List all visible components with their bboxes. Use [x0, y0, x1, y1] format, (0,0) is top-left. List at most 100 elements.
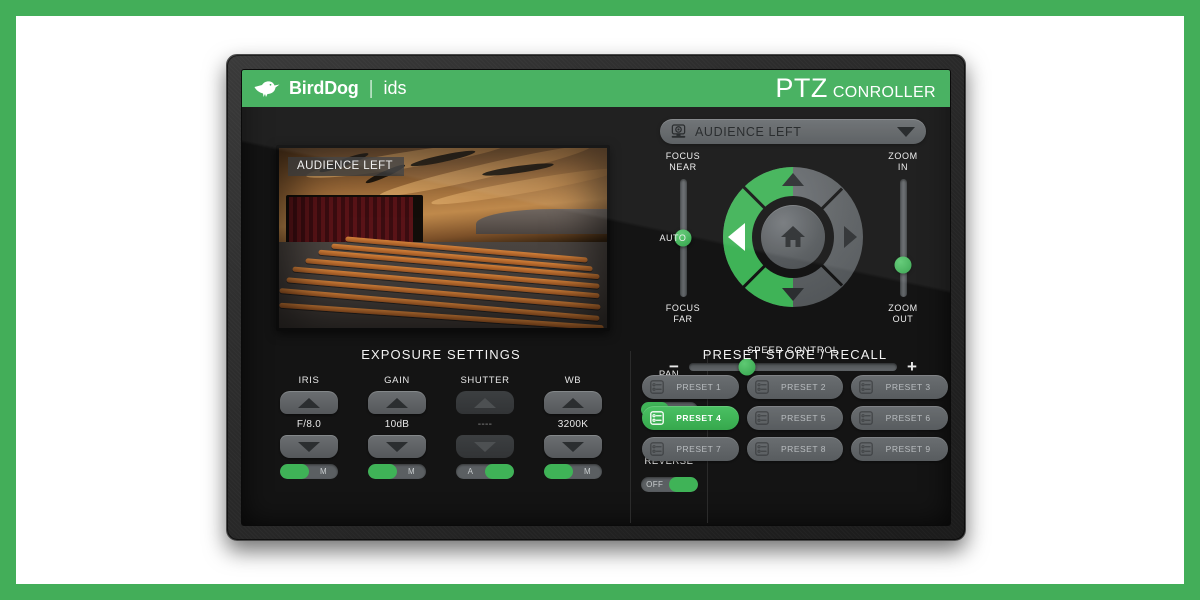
- video-preview-frame: AUDIENCE LEFT: [276, 145, 610, 331]
- arrow-left-icon[interactable]: [728, 223, 745, 251]
- preset-button-1[interactable]: PRESET 1: [642, 375, 739, 399]
- focus-slider-group: FOCUS NEAR AUTO FOCUS FAR: [660, 151, 706, 325]
- toggle-left[interactable]: [280, 464, 309, 479]
- triangle-up-icon: [386, 397, 408, 408]
- exposure-value: 3200K: [557, 419, 589, 430]
- focus-near-label: FOCUS NEAR: [665, 151, 701, 172]
- preset-button-5[interactable]: PRESET 5: [746, 406, 844, 430]
- toggle-left[interactable]: [368, 464, 397, 479]
- toggle-right[interactable]: M: [397, 464, 426, 479]
- arrow-up-icon[interactable]: [782, 173, 804, 186]
- device-screen: BirdDog | ids PTZ CONROLLER AUDIENCE LEF…: [241, 69, 951, 526]
- exposure-label: GAIN: [384, 375, 410, 386]
- arrow-down-icon[interactable]: [782, 288, 804, 301]
- exposure-increase-button: [456, 391, 514, 414]
- tilt-reverse-toggle-left[interactable]: OFF: [641, 477, 670, 492]
- triangle-down-icon: [474, 441, 496, 452]
- app-header: BirdDog | ids PTZ CONROLLER: [242, 70, 950, 107]
- exposure-decrease-button: [456, 435, 514, 458]
- toggle-right[interactable]: M: [573, 464, 602, 479]
- chevron-down-icon[interactable]: [897, 126, 915, 137]
- exposure-decrease-button[interactable]: [544, 435, 602, 458]
- camera-select-value: AUDIENCE LEFT: [695, 124, 802, 139]
- camera-select-dropdown[interactable]: AUDIENCE LEFT: [660, 119, 926, 144]
- zoom-in-label: ZOOM IN: [888, 151, 918, 172]
- ptz-camera-icon: [671, 124, 686, 138]
- exposure-value: ----: [477, 419, 493, 430]
- app-body: AUDIENCE LEFT EXPOSURE SETTINGS IRIS F/8.…: [242, 107, 950, 525]
- preset-button-2[interactable]: PRESET 2: [746, 375, 844, 399]
- home-icon: [781, 226, 805, 247]
- preset-list-icon: [859, 380, 874, 394]
- brand-block: BirdDog | ids: [254, 78, 407, 100]
- triangle-down-icon: [298, 441, 320, 452]
- tilt-reverse-toggle[interactable]: OFF: [640, 477, 698, 492]
- toggle-left[interactable]: A: [456, 464, 485, 479]
- preset-label: PRESET 1: [676, 382, 722, 392]
- preset-grid: PRESET 1 PRESET 2 PRESET 3 PRESET 4 PRESET 5…: [640, 375, 950, 461]
- triangle-down-icon: [562, 441, 584, 452]
- preset-label: PRESET 4: [676, 413, 722, 423]
- ptz-controller-device: BirdDog | ids PTZ CONROLLER AUDIENCE LEF…: [226, 54, 966, 541]
- exposure-decrease-button[interactable]: [368, 435, 426, 458]
- focus-auto-label: AUTO: [659, 233, 687, 243]
- preset-label: PRESET 8: [781, 444, 826, 454]
- exposure-columns: IRIS F/8.0 M GAIN 10dB M SHUTTER ---- A WB 3200K M: [266, 375, 616, 479]
- zoom-out-label: ZOOM OUT: [888, 303, 918, 324]
- exposure-column-iris: IRIS F/8.0 M: [278, 375, 340, 479]
- arrow-right-icon[interactable]: [844, 226, 857, 248]
- title-secondary: CONROLLER: [832, 84, 936, 101]
- triangle-up-icon: [562, 397, 584, 408]
- brand-product: ids: [383, 78, 407, 98]
- ptz-dpad[interactable]: [723, 167, 863, 307]
- triangle-down-icon: [386, 441, 408, 452]
- exposure-value: 10dB: [384, 419, 410, 430]
- preset-list-icon: [754, 411, 769, 425]
- preset-button-4[interactable]: PRESET 4: [642, 406, 739, 430]
- triangle-up-icon: [474, 397, 496, 408]
- toggle-left[interactable]: [544, 464, 573, 479]
- exposure-increase-button[interactable]: [368, 391, 426, 414]
- video-preview[interactable]: AUDIENCE LEFT: [279, 148, 607, 328]
- exposure-auto-manual-toggle[interactable]: M: [544, 464, 602, 479]
- preset-button-8[interactable]: PRESET 8: [746, 437, 844, 461]
- preset-label: PRESET 5: [781, 413, 826, 423]
- preset-list-icon: [859, 442, 874, 456]
- exposure-column-wb: WB 3200K M: [542, 375, 604, 479]
- focus-far-label: FOCUS FAR: [665, 303, 701, 324]
- preset-section-title: PRESET STORE / RECALL: [702, 347, 888, 362]
- exposure-value: F/8.0: [296, 419, 322, 430]
- exposure-auto-manual-toggle[interactable]: A: [456, 464, 514, 479]
- zoom-slider-track[interactable]: [894, 179, 912, 297]
- exposure-column-shutter: SHUTTER ---- A: [454, 375, 516, 479]
- preset-list-icon: [650, 380, 664, 394]
- preset-label: PRESET 3: [885, 382, 931, 392]
- exposure-increase-button[interactable]: [280, 391, 338, 414]
- preset-label: PRESET 7: [676, 444, 722, 454]
- focus-slider-track[interactable]: AUTO: [660, 179, 692, 297]
- preset-button-6[interactable]: PRESET 6: [851, 406, 948, 430]
- exposure-increase-button[interactable]: [544, 391, 602, 414]
- preset-button-7[interactable]: PRESET 7: [642, 437, 739, 461]
- preset-label: PRESET 9: [885, 444, 931, 454]
- title-primary: PTZ: [775, 73, 828, 103]
- video-camera-label: AUDIENCE LEFT: [288, 157, 404, 176]
- preset-section: PRESET STORE / RECALL PRESET 1 PRESET 2 PR…: [640, 347, 950, 461]
- toggle-right[interactable]: M: [309, 464, 338, 479]
- exposure-auto-manual-toggle[interactable]: M: [280, 464, 338, 479]
- preset-list-icon: [859, 411, 874, 425]
- bird-logo-icon: [254, 80, 280, 97]
- preset-list-icon: [754, 442, 769, 456]
- zoom-slider-thumb[interactable]: [894, 256, 912, 274]
- exposure-label: WB: [564, 375, 582, 386]
- preset-label: PRESET 6: [885, 413, 931, 423]
- tilt-reverse-toggle-right[interactable]: [669, 477, 698, 492]
- preset-label: PRESET 2: [781, 382, 826, 392]
- home-button[interactable]: [761, 205, 825, 269]
- exposure-decrease-button[interactable]: [280, 435, 338, 458]
- toggle-right[interactable]: [485, 464, 514, 479]
- preset-button-3[interactable]: PRESET 3: [851, 375, 948, 399]
- exposure-auto-manual-toggle[interactable]: M: [368, 464, 426, 479]
- preset-button-9[interactable]: PRESET 9: [851, 437, 948, 461]
- exposure-label: IRIS: [298, 375, 320, 386]
